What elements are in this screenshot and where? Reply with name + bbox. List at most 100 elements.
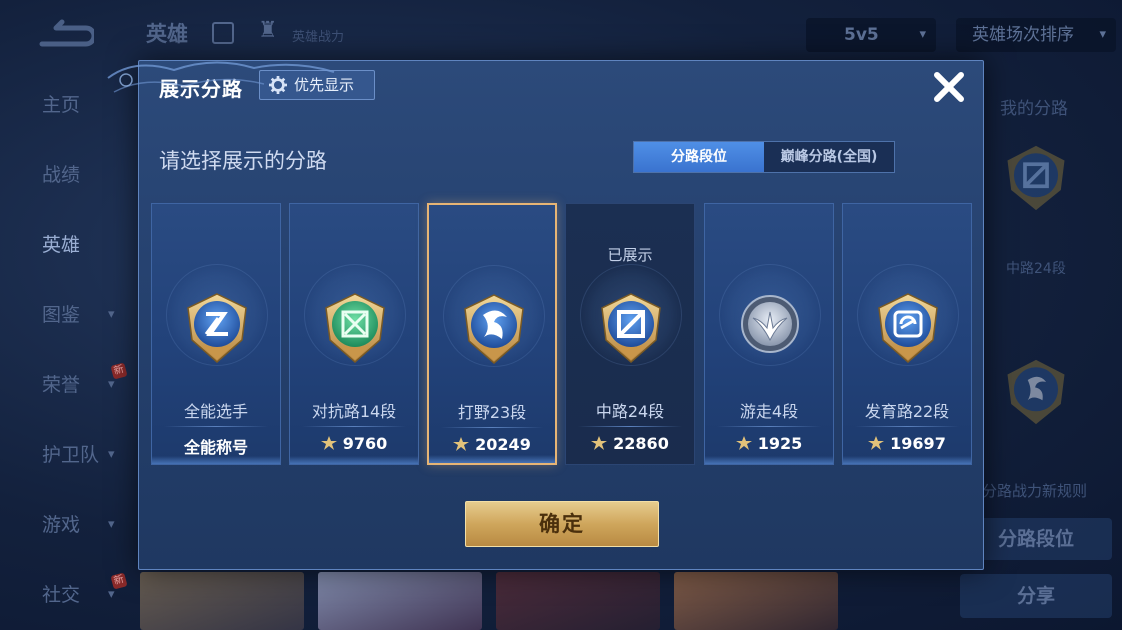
sidebar: 主页 战绩 英雄 图鉴 ▾ 荣誉 ▾ 新护卫队 ▾ 游戏 ▾ 社交 ▾ 新 [0, 70, 140, 630]
my-lanes-title: 我的分路 [1000, 99, 1068, 119]
hero-thumbnail[interactable] [140, 572, 304, 630]
sort-dropdown-value: 英雄场次排序 [972, 25, 1074, 45]
lane-card[interactable]: 发育路22段 19697 [842, 203, 972, 465]
all-round-emblem-icon [180, 288, 254, 366]
sidebar-item[interactable]: 英雄 [0, 210, 140, 280]
lane-tab-group: 分路段位 巅峰分路(全国) [633, 141, 895, 173]
priority-display-label: 优先显示 [294, 76, 355, 94]
card-bottom-glow [152, 456, 280, 464]
lane-card-title: 中路24段 [595, 402, 665, 421]
dialog-title: 展示分路 [159, 77, 243, 101]
sidebar-item-label: 护卫队 [42, 444, 100, 466]
card-bottom-glow [290, 456, 418, 464]
confirm-button[interactable]: 确定 [465, 501, 659, 547]
hero-power-label[interactable]: 英雄战力 [292, 26, 344, 45]
jungle-emblem-icon [1007, 359, 1065, 425]
list-icon[interactable] [212, 22, 234, 44]
lane-card[interactable]: 游走4段 1925 [704, 203, 834, 465]
lane-card-value: 全能称号 [183, 438, 248, 457]
lane-card-value-row: 19697 [843, 434, 971, 453]
divider [164, 426, 268, 427]
divider [441, 427, 543, 428]
chevron-down-icon: ▾ [919, 27, 926, 42]
chevron-down-icon: ▾ [108, 517, 115, 532]
card-bottom-glow [843, 456, 971, 464]
hero-thumbnail[interactable] [318, 572, 482, 630]
sidebar-item[interactable]: 社交 ▾ 新 [0, 560, 140, 630]
chevron-down-icon: ▾ [108, 377, 115, 392]
tab-peak-lane[interactable]: 巅峰分路(全国) [764, 142, 894, 172]
divider [855, 426, 959, 427]
new-badge: 新 [110, 572, 128, 590]
chevron-down-icon: ▾ [1099, 27, 1106, 42]
lane-card[interactable]: 对抗路14段 9760 [289, 203, 419, 465]
close-icon[interactable] [929, 67, 969, 107]
power-icon [735, 435, 752, 450]
sidebar-item[interactable]: 游戏 ▾ [0, 490, 140, 560]
lane-card-title: 对抗路14段 [311, 402, 397, 421]
sidebar-item[interactable]: 护卫队 ▾ [0, 420, 140, 490]
sidebar-item-label: 战绩 [42, 164, 81, 186]
lane-card-value: 19697 [890, 434, 946, 453]
priority-display-button[interactable]: 优先显示 [259, 70, 375, 100]
power-icon [868, 435, 885, 450]
shown-label: 已展示 [607, 246, 653, 264]
hero-thumbnails [140, 572, 960, 630]
lane-card-title: 游走4段 [739, 402, 799, 421]
sidebar-item[interactable]: 荣誉 ▾ 新 [0, 350, 140, 420]
sidebar-item[interactable]: 图鉴 ▾ [0, 280, 140, 350]
lane-card[interactable]: 全能选手 全能称号 [151, 203, 281, 465]
lane-card-value: 1925 [757, 434, 803, 453]
lane-card-title: 发育路22段 [864, 402, 950, 421]
lane-card-value: 22860 [613, 434, 669, 453]
lane-card-value-row: 22860 [566, 434, 694, 453]
sidebar-item[interactable]: 主页 [0, 70, 140, 140]
chevron-down-icon: ▾ [108, 447, 115, 462]
lane-power-rule-link[interactable]: 分路战力新规则 [982, 480, 1087, 501]
sidebar-item-label: 主页 [42, 94, 81, 116]
power-icon [453, 436, 470, 451]
mid-lane-emblem-icon [1007, 145, 1065, 211]
power-icon [320, 435, 337, 450]
farm-lane-emblem-icon [871, 288, 945, 366]
sidebar-item-label: 游戏 [42, 514, 81, 536]
new-badge: 新 [110, 362, 128, 380]
chevron-down-icon: ▾ [108, 307, 115, 322]
card-bottom-glow [705, 456, 833, 464]
select-lane-prompt: 请选择展示的分路 [159, 149, 327, 173]
show-lane-dialog: 展示分路 优先显示 请选择展示的分路 分路段位 巅峰分路(全国) 全能选手全能称… [138, 60, 984, 570]
roam-emblem-icon [733, 288, 807, 366]
sidebar-item-label: 社交 [42, 584, 81, 606]
hero-thumbnail[interactable] [674, 572, 838, 630]
mid-lane-emblem-icon [594, 288, 668, 366]
mode-dropdown-value: 5v5 [844, 25, 879, 45]
lane-card-list: 全能选手 全能称号 对抗路14段 9760 打野23段 20249 已展示 中路24段 2286… [151, 203, 973, 465]
lane-card-value-row: 1925 [705, 434, 833, 453]
divider [578, 426, 682, 427]
lane-card-value-row: 9760 [290, 434, 418, 453]
tab-lane-rank[interactable]: 分路段位 [634, 142, 764, 172]
hero-power-icon: ♜ [258, 18, 278, 43]
sidebar-item-label: 英雄 [42, 234, 81, 256]
lane-card-value: 20249 [475, 435, 531, 454]
sidebar-item-label: 荣誉 [42, 374, 81, 396]
lane-card-title: 全能选手 [183, 402, 248, 421]
hero-thumbnail[interactable] [496, 572, 660, 630]
sidebar-item[interactable]: 战绩 [0, 140, 140, 210]
lane-card[interactable]: 已展示中路24段 22860 [565, 203, 695, 465]
mode-dropdown[interactable]: 5v5 ▾ [806, 18, 936, 52]
chevron-down-icon: ▾ [108, 587, 115, 602]
sort-dropdown[interactable]: 英雄场次排序 ▾ [956, 18, 1116, 52]
lane-card[interactable]: 打野23段 20249 [427, 203, 557, 465]
page-title: 英雄 [146, 22, 188, 46]
lane-card-title: 打野23段 [457, 403, 527, 422]
share-button[interactable]: 分享 [960, 574, 1112, 618]
lane-card-value: 9760 [342, 434, 388, 453]
my-lane-rank: 中路24段 [1006, 261, 1066, 277]
divider [302, 426, 406, 427]
divider [717, 426, 821, 427]
jungle-emblem-icon [457, 289, 531, 367]
gear-icon [269, 76, 287, 94]
clash-lane-emblem-icon [318, 288, 392, 366]
back-icon[interactable] [36, 18, 94, 50]
